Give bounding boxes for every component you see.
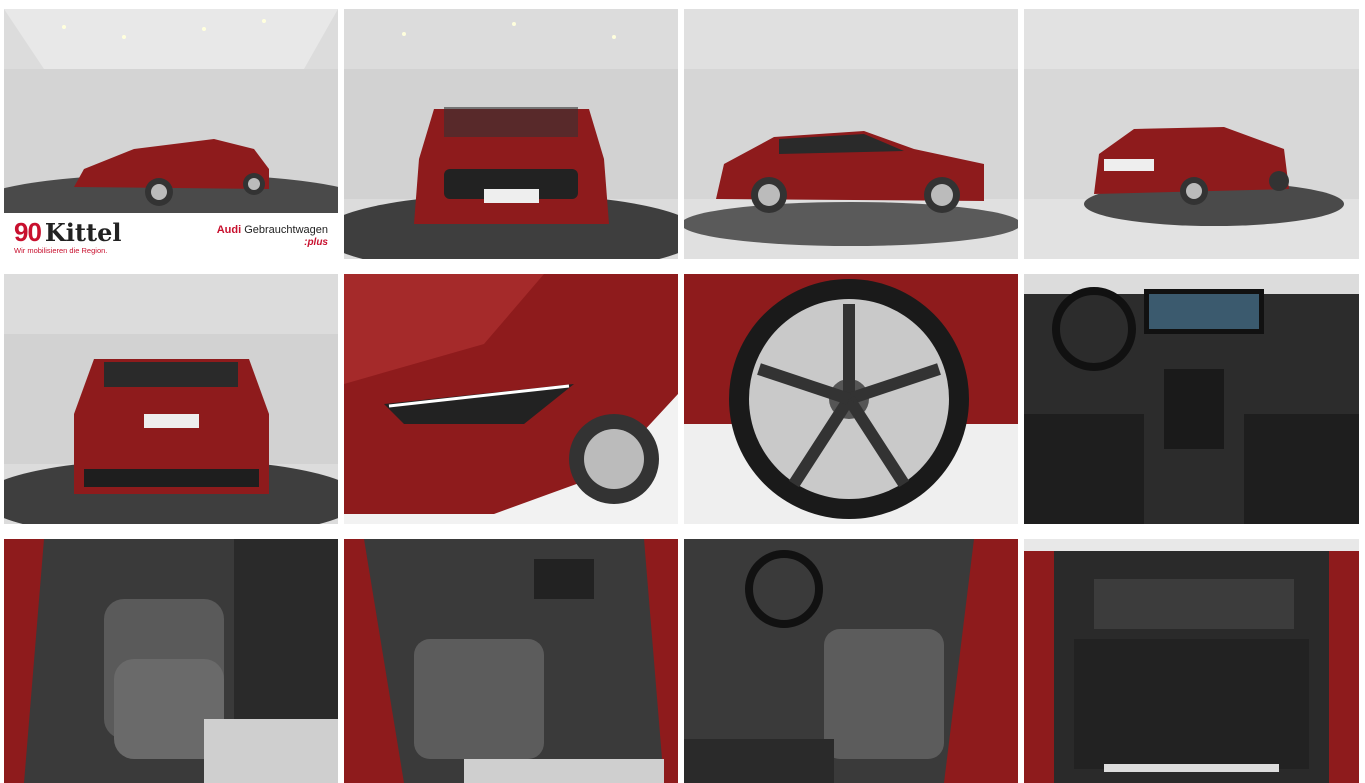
car-photo <box>1024 9 1359 259</box>
car-photo <box>344 539 678 783</box>
car-photo <box>4 274 338 524</box>
car-photo <box>4 539 338 783</box>
gallery-tile-rear-three-quarter[interactable] <box>1024 9 1359 259</box>
dealer-number: 90 <box>14 217 42 247</box>
photo-gallery: 90 Kittel Wir mobilisieren die Region. A… <box>0 0 1365 783</box>
gallery-tile-front-passenger-seat[interactable] <box>344 539 678 783</box>
gallery-tile-side[interactable] <box>684 9 1018 259</box>
car-photo <box>1024 539 1359 783</box>
audi-label: Gebrauchtwagen <box>244 224 328 237</box>
dealer-branding: 90 Kittel Wir mobilisieren die Region. A… <box>4 213 338 259</box>
gallery-tile-rear[interactable] <box>4 274 338 524</box>
gallery-tile-wheel[interactable] <box>684 274 1018 524</box>
audi-gebrauchtwagen-logo: Audi Gebrauchtwagen :plus <box>217 224 328 247</box>
gallery-tile-front[interactable] <box>344 9 678 259</box>
dealer-name: Kittel <box>44 218 122 247</box>
car-photo <box>684 274 1018 524</box>
car-photo <box>684 9 1018 259</box>
car-photo <box>344 9 678 259</box>
gallery-tile-driver-seat[interactable] <box>684 539 1018 783</box>
audi-plus: :plus <box>304 236 328 248</box>
car-photo <box>1024 274 1359 524</box>
dealer-tagline: Wir mobilisieren die Region. <box>14 246 108 255</box>
audi-prefix: Audi <box>216 224 242 237</box>
gallery-tile-headlight[interactable] <box>344 274 678 524</box>
dealer-logo: 90 Kittel Wir mobilisieren die Region. <box>14 217 121 255</box>
gallery-tile-dashboard[interactable] <box>1024 274 1359 524</box>
gallery-tile-trunk[interactable] <box>1024 539 1359 783</box>
gallery-tile-front-three-quarter[interactable]: 90 Kittel Wir mobilisieren die Region. A… <box>4 9 338 259</box>
car-photo <box>684 539 1018 783</box>
gallery-tile-rear-seats[interactable] <box>4 539 338 783</box>
car-photo <box>344 274 678 524</box>
